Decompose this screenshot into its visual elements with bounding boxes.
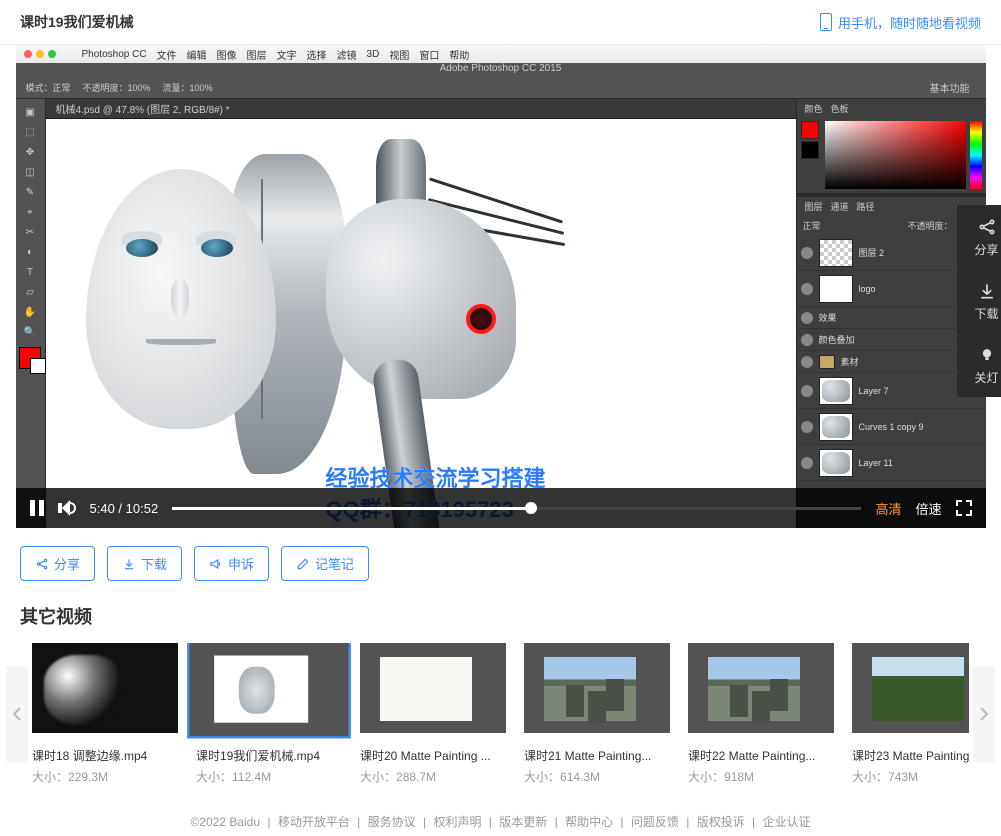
thumb-size: 大小：918M <box>688 768 834 785</box>
other-videos-title: 其它视频 <box>0 599 1001 643</box>
share-label: 分享 <box>54 554 80 573</box>
side-light-button[interactable]: 关灯 <box>957 333 1001 397</box>
report-label: 申诉 <box>228 554 254 573</box>
side-light-label: 关灯 <box>974 369 998 386</box>
share-button[interactable]: 分享 <box>20 546 95 581</box>
pencil-icon <box>296 557 310 571</box>
note-button[interactable]: 记笔记 <box>281 546 369 581</box>
progress-bar[interactable] <box>172 507 861 510</box>
side-download-button[interactable]: 下载 <box>957 269 1001 333</box>
thumb-size: 大小：614.3M <box>524 768 670 785</box>
video-frame-content: Photoshop CC文件编辑图像图层文字选择滤镜3D视图窗口帮助 Adobe… <box>16 45 986 528</box>
page-footer: ©2022 Baidu | 移动开放平台 | 服务协议 | 权利声明 | 版本更… <box>0 785 1001 836</box>
ps-document-tab: 机械4.psd @ 47.8% (图层 2, RGB/8#) * <box>46 99 796 119</box>
note-label: 记笔记 <box>315 554 354 573</box>
side-share-button[interactable]: 分享 <box>957 205 1001 269</box>
thumb-size: 大小：743M <box>852 768 969 785</box>
mobile-watch-label: 用手机，随时随地看视频 <box>838 13 981 32</box>
total-time: 10:52 <box>126 501 159 516</box>
thumb-name: 课时19我们爱机械.mp4 <box>196 747 342 764</box>
fullscreen-button[interactable] <box>956 500 972 516</box>
share-icon <box>977 217 997 237</box>
thumb-name: 课时18 调整边缘.mp4 <box>32 747 178 764</box>
thumb-card[interactable]: 课时19我们爱机械.mp4 大小：112.4M <box>196 643 342 785</box>
ps-options-bar: 模式：正常 不透明度：100% 流量：100% 基本功能 <box>16 77 986 99</box>
thumb-image <box>688 643 834 733</box>
megaphone-icon <box>209 557 223 571</box>
page-header: 课时19我们爱机械 用手机，随时随地看视频 <box>0 0 1001 45</box>
thumb-name: 课时23 Matte Painting ... <box>852 747 969 764</box>
thumb-card[interactable]: 课时23 Matte Painting ... 大小：743M <box>852 643 969 785</box>
thumbs-next-button[interactable] <box>973 666 995 762</box>
phone-icon <box>820 13 832 31</box>
thumb-image <box>187 643 351 738</box>
thumb-size: 大小：112.4M <box>196 768 342 785</box>
thumbs-prev-button[interactable] <box>6 666 28 762</box>
report-button[interactable]: 申诉 <box>194 546 269 581</box>
thumb-card[interactable]: 课时18 调整边缘.mp4 大小：229.3M <box>32 643 178 785</box>
download-label: 下载 <box>141 554 167 573</box>
thumb-name: 课时22 Matte Painting... <box>688 747 834 764</box>
video-controls: 5:40 / 10:52 高清 倍速 <box>16 488 986 528</box>
thumb-image <box>524 643 670 733</box>
thumbs-carousel: 课时18 调整边缘.mp4 大小：229.3M 课时19我们爱机械.mp4 大小… <box>0 643 1001 785</box>
pause-button[interactable] <box>30 500 44 516</box>
thumb-image <box>360 643 506 733</box>
thumb-card[interactable]: 课时20 Matte Painting ... 大小：288.7M <box>360 643 506 785</box>
lightbulb-icon <box>977 345 997 365</box>
thumb-image <box>852 643 969 733</box>
ps-toolbar: ▣⬚✥◫✎⌖✂◐T▱✋🔍 <box>16 99 46 528</box>
macos-menubar: Photoshop CC文件编辑图像图层文字选择滤镜3D视图窗口帮助 <box>16 45 986 63</box>
mobile-watch-link[interactable]: 用手机，随时随地看视频 <box>820 13 981 32</box>
current-time: 5:40 <box>90 501 115 516</box>
download-button[interactable]: 下载 <box>107 546 182 581</box>
share-icon <box>35 557 49 571</box>
thumb-card[interactable]: 课时22 Matte Painting... 大小：918M <box>688 643 834 785</box>
download-icon <box>977 281 997 301</box>
thumb-card[interactable]: 课时21 Matte Painting... 大小：614.3M <box>524 643 670 785</box>
chevron-right-icon <box>979 706 989 722</box>
video-container: Photoshop CC文件编辑图像图层文字选择滤镜3D视图窗口帮助 Adobe… <box>16 45 986 528</box>
quality-button[interactable]: 高清 <box>875 499 901 518</box>
chevron-left-icon <box>12 706 22 722</box>
speed-button[interactable]: 倍速 <box>915 499 941 518</box>
side-download-label: 下载 <box>974 305 998 322</box>
action-bar: 分享 下载 申诉 记笔记 <box>0 528 1001 599</box>
time-display: 5:40 / 10:52 <box>90 501 159 516</box>
video-player[interactable]: Photoshop CC文件编辑图像图层文字选择滤镜3D视图窗口帮助 Adobe… <box>16 45 986 528</box>
volume-button[interactable] <box>58 500 76 516</box>
thumb-image <box>32 643 178 733</box>
ps-color-swatch <box>19 347 41 369</box>
ps-title-bar: Adobe Photoshop CC 2015 <box>16 63 986 77</box>
thumbs-list: 课时18 调整边缘.mp4 大小：229.3M 课时19我们爱机械.mp4 大小… <box>32 643 969 785</box>
side-panel: 分享 下载 关灯 <box>957 205 1001 397</box>
download-icon <box>122 557 136 571</box>
ps-canvas: 经验技术交流学习搭建 QQ群：718195723 <box>46 119 796 528</box>
thumb-name: 课时21 Matte Painting... <box>524 747 670 764</box>
thumb-size: 大小：288.7M <box>360 768 506 785</box>
side-share-label: 分享 <box>974 241 998 258</box>
page-title: 课时19我们爱机械 <box>20 12 134 32</box>
thumb-size: 大小：229.3M <box>32 768 178 785</box>
progress-handle[interactable] <box>525 502 537 514</box>
thumb-name: 课时20 Matte Painting ... <box>360 747 506 764</box>
